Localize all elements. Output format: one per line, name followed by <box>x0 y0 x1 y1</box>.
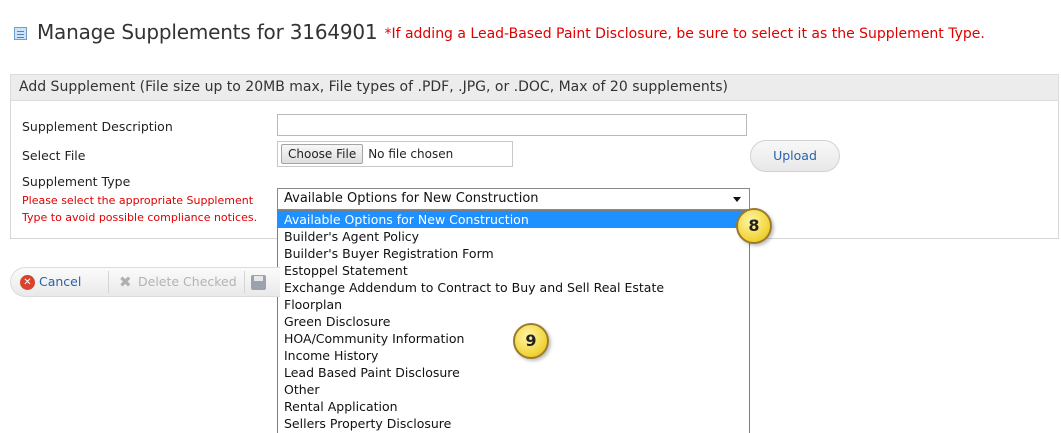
cancel-icon[interactable]: ✕ <box>20 275 35 290</box>
dropdown-option[interactable]: Lead Based Paint Disclosure <box>278 364 749 381</box>
dropdown-arrow-icon[interactable] <box>733 197 741 202</box>
dropdown-option[interactable]: Builder's Agent Policy <box>278 228 749 245</box>
dropdown-option[interactable]: Sellers Property Disclosure <box>278 415 749 432</box>
step-9-callout: 9 <box>513 323 549 359</box>
dropdown-option[interactable]: Estoppel Statement <box>278 262 749 279</box>
dropdown-option[interactable]: Income History <box>278 347 749 364</box>
file-input[interactable]: Choose File No file chosen <box>277 141 513 167</box>
panel-heading: Add Supplement (File size up to 20MB max… <box>10 74 1059 101</box>
delete-checked-button: Delete Checked <box>138 274 237 289</box>
action-toolbar: ✕ Cancel ✖ Delete Checked <box>10 267 280 297</box>
dropdown-option[interactable]: Builder's Buyer Registration Form <box>278 245 749 262</box>
type-warning-line2: Type to avoid possible compliance notice… <box>22 211 258 224</box>
description-label: Supplement Description <box>22 119 173 134</box>
dropdown-option[interactable]: Exchange Addendum to Contract to Buy and… <box>278 279 749 296</box>
type-warning-line1: Please select the appropriate Supplement <box>22 194 254 207</box>
choose-file-button[interactable]: Choose File <box>281 144 364 164</box>
page-title: Manage Supplements for 3164901 <box>37 20 378 44</box>
toolbar-divider <box>244 271 245 293</box>
page-header: Manage Supplements for 3164901 *If addin… <box>14 17 1059 47</box>
cancel-button[interactable]: Cancel <box>39 268 81 296</box>
dropdown-option[interactable]: Rental Application <box>278 398 749 415</box>
delete-icon: ✖ <box>119 273 132 291</box>
supplement-type-label: Supplement Type <box>22 174 131 189</box>
dropdown-option[interactable]: Green Disclosure <box>278 313 749 330</box>
upload-button[interactable]: Upload <box>750 140 840 172</box>
step-8-callout: 8 <box>736 208 772 244</box>
supplement-type-select[interactable]: Available Options for New Construction <box>277 188 750 210</box>
file-status: No file chosen <box>368 147 454 161</box>
supplement-type-dropdown[interactable]: Available Options for New Construction B… <box>277 210 750 433</box>
toolbar-divider <box>108 271 109 293</box>
description-input[interactable] <box>277 114 747 136</box>
lead-paint-warning: *If adding a Lead-Based Paint Disclosure… <box>384 25 985 42</box>
save-icon[interactable] <box>251 275 266 290</box>
select-value: Available Options for New Construction <box>284 191 539 206</box>
dropdown-option[interactable]: Floorplan <box>278 296 749 313</box>
table-icon <box>14 26 27 40</box>
select-file-label: Select File <box>22 148 86 163</box>
dropdown-option[interactable]: Available Options for New Construction <box>278 211 749 228</box>
dropdown-option[interactable]: Other <box>278 381 749 398</box>
